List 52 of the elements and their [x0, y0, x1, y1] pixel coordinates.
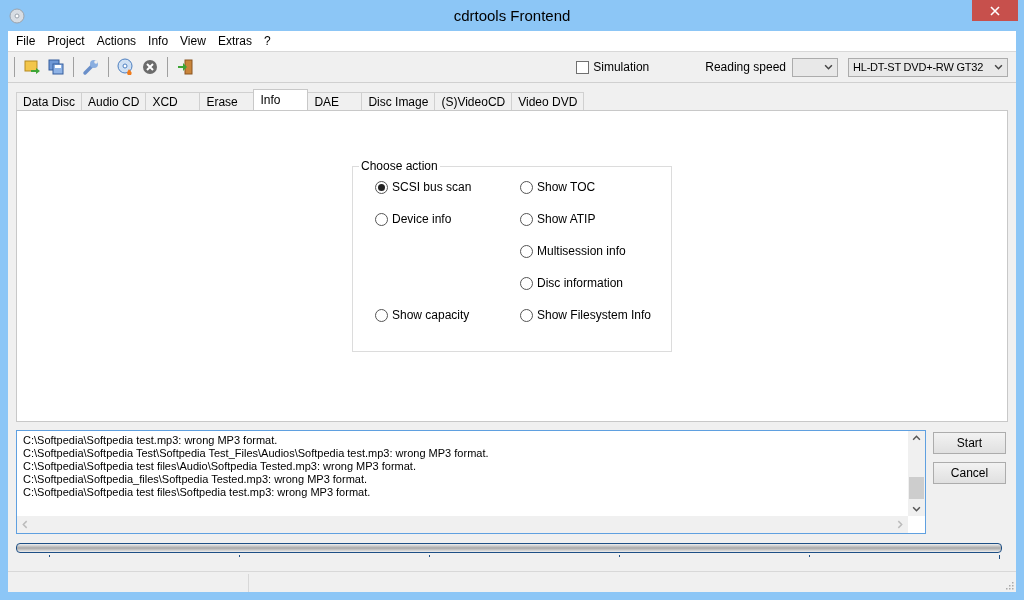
scroll-down-icon	[912, 506, 921, 512]
scroll-left-icon	[22, 520, 28, 529]
menu-item[interactable]: Project	[41, 34, 91, 48]
close-icon	[990, 5, 1000, 16]
radio-option[interactable]: Show capacity	[374, 307, 520, 323]
action-button[interactable]: Cancel	[933, 462, 1006, 484]
drive-dropdown[interactable]: HL-DT-ST DVD+-RW GT32	[848, 57, 1008, 77]
menu-item[interactable]: ?	[257, 34, 277, 48]
log-line: C:\Softpedia\Softpedia_files\Softpedia Tested.mp3: wrong MP3 format.	[23, 473, 368, 486]
reading-speed-label: Reading speed	[705, 60, 786, 74]
log-line: C:\Softpedia\Softpedia test.mp3: wrong MP3 format.	[23, 434, 278, 447]
tab[interactable]: Video DVD	[511, 92, 585, 110]
save-icon[interactable]	[47, 58, 65, 76]
folder-arrow-icon[interactable]	[23, 58, 41, 76]
tab[interactable]: Data Disc	[16, 92, 82, 110]
log-line: C:\Softpedia\Softpedia Test\Softpedia Test_Files\Audios\Softpedia test.mp3: wrong MP3 format.	[23, 447, 489, 460]
menu-item[interactable]: Actions	[90, 34, 143, 48]
disc-icon	[9, 7, 25, 24]
close-button[interactable]	[972, 0, 1018, 21]
window-title: cdrtools Frontend	[453, 7, 571, 24]
radio-option[interactable]: Show Filesystem Info	[519, 307, 651, 323]
vertical-scrollbar[interactable]	[908, 431, 925, 516]
log-line: C:\Softpedia\Softpedia test files\Softpedia test.mp3: wrong MP3 format.	[23, 486, 371, 499]
scrollbar-thumb[interactable]	[909, 477, 924, 499]
radio-option[interactable]: Disc information	[519, 275, 651, 291]
caret-icon	[994, 64, 1003, 70]
log-line: C:\Softpedia\Softpedia test files\Audio\Softpedia Tested.mp3: wrong MP3 format.	[23, 460, 416, 473]
wrench-icon[interactable]	[82, 58, 100, 76]
caret-icon	[824, 64, 833, 70]
log-text-area[interactable]	[16, 430, 926, 534]
menu-item[interactable]: View	[174, 34, 212, 48]
radio-option[interactable]: Device info	[374, 211, 520, 227]
radio-option[interactable]: Show ATIP	[519, 211, 651, 227]
action-button[interactable]: Start	[933, 432, 1006, 454]
scroll-right-icon	[897, 520, 903, 529]
horizontal-scrollbar[interactable]	[17, 516, 908, 533]
menu-item[interactable]: Extras	[211, 34, 258, 48]
radio-option[interactable]: Multisession info	[519, 243, 651, 259]
tab[interactable]: Disc Image	[361, 92, 436, 110]
group-title: Choose action	[359, 159, 439, 173]
radio-option[interactable]: SCSI bus scan	[374, 179, 520, 195]
menu-item[interactable]: File	[10, 34, 42, 48]
radio-option[interactable]: Show TOC	[519, 179, 651, 195]
cancel-icon[interactable]	[141, 58, 159, 76]
scroll-up-icon	[912, 435, 921, 441]
disc-burn-icon[interactable]	[117, 58, 135, 76]
simulation-checkbox[interactable]: Simulation	[576, 60, 650, 74]
tab[interactable]: Info	[253, 89, 309, 110]
menu-item[interactable]: Info	[142, 34, 175, 48]
reading-speed-dropdown[interactable]	[792, 57, 838, 77]
exit-door-icon[interactable]	[176, 58, 194, 76]
tab[interactable]: (S)VideoCD	[434, 92, 513, 110]
